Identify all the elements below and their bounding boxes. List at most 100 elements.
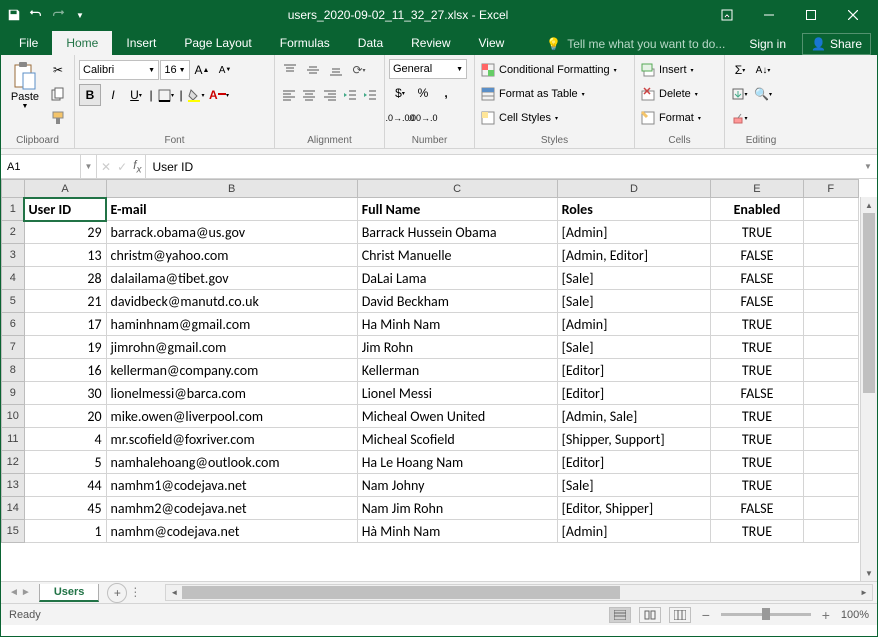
cell-E10[interactable]: TRUE [711, 405, 803, 428]
share-button[interactable]: 👤 Share [802, 33, 871, 55]
cell-D13[interactable]: [Sale] [557, 474, 711, 497]
tab-file[interactable]: File [5, 31, 52, 55]
row-header-7[interactable]: 7 [2, 336, 25, 359]
tab-formulas[interactable]: Formulas [266, 31, 344, 55]
cell-C15[interactable]: Hà Minh Nam [357, 520, 557, 543]
paste-button[interactable]: Paste ▼ [5, 57, 45, 133]
cell-styles-button[interactable]: Cell Styles▾ [479, 107, 630, 129]
row-header-4[interactable]: 4 [2, 267, 25, 290]
cell-D5[interactable]: [Sale] [557, 290, 711, 313]
cell-D11[interactable]: [Shipper, Support] [557, 428, 711, 451]
row-header-14[interactable]: 14 [2, 497, 25, 520]
cell-D4[interactable]: [Sale] [557, 267, 711, 290]
column-header-D[interactable]: D [557, 180, 711, 198]
sheet-tab-users[interactable]: Users [39, 584, 100, 602]
scroll-up-icon[interactable]: ▲ [861, 197, 877, 213]
horizontal-scrollbar[interactable]: ◄ ► [165, 584, 873, 601]
cell-F1[interactable] [803, 198, 858, 221]
cell-C10[interactable]: Micheal Owen United [357, 405, 557, 428]
cell-C3[interactable]: Christ Manuelle [357, 244, 557, 267]
cell-C8[interactable]: Kellerman [357, 359, 557, 382]
name-box[interactable]: A1 [1, 155, 81, 178]
orientation-icon[interactable]: ⟳▾ [348, 59, 370, 81]
save-icon[interactable] [5, 6, 23, 24]
align-bottom-icon[interactable] [325, 59, 347, 81]
cell-E1[interactable]: Enabled [711, 198, 803, 221]
zoom-in-button[interactable]: + [819, 607, 833, 623]
scroll-right-icon[interactable]: ► [856, 588, 872, 597]
cell-F6[interactable] [803, 313, 858, 336]
column-header-C[interactable]: C [357, 180, 557, 198]
cell-A6[interactable]: 17 [24, 313, 106, 336]
align-left-icon[interactable] [279, 84, 298, 106]
number-format-combo[interactable]: General▼ [389, 59, 467, 79]
cell-E15[interactable]: TRUE [711, 520, 803, 543]
zoom-slider-thumb[interactable] [762, 608, 770, 620]
find-select-icon[interactable]: 🔍▾ [752, 83, 774, 105]
cell-E3[interactable]: FALSE [711, 244, 803, 267]
cell-F12[interactable] [803, 451, 858, 474]
align-center-icon[interactable] [299, 84, 318, 106]
cell-B4[interactable]: dalailama@tibet.gov [106, 267, 357, 290]
cell-F15[interactable] [803, 520, 858, 543]
cell-D3[interactable]: [Admin, Editor] [557, 244, 711, 267]
sheet-nav-next-icon[interactable]: ► [21, 587, 31, 598]
cell-C4[interactable]: DaLai Lama [357, 267, 557, 290]
column-header-B[interactable]: B [106, 180, 357, 198]
row-header-11[interactable]: 11 [2, 428, 25, 451]
cell-A2[interactable]: 29 [24, 221, 106, 244]
zoom-slider[interactable] [721, 613, 811, 616]
sort-filter-icon[interactable]: A↓▾ [752, 59, 774, 81]
cell-A10[interactable]: 20 [24, 405, 106, 428]
cell-C9[interactable]: Lionel Messi [357, 382, 557, 405]
scroll-left-icon[interactable]: ◄ [166, 588, 182, 597]
cell-C1[interactable]: Full Name [357, 198, 557, 221]
cut-icon[interactable]: ✂ [47, 59, 69, 81]
row-header-13[interactable]: 13 [2, 474, 25, 497]
cell-E12[interactable]: TRUE [711, 451, 803, 474]
decrease-font-icon[interactable]: A▼ [214, 59, 236, 81]
tab-page-layout[interactable]: Page Layout [170, 31, 265, 55]
cell-B2[interactable]: barrack.obama@us.gov [106, 221, 357, 244]
vscroll-thumb[interactable] [863, 213, 875, 393]
bold-icon[interactable]: B [79, 84, 101, 106]
tab-split-handle[interactable]: ⋮ [129, 585, 133, 601]
conditional-formatting-button[interactable]: Conditional Formatting▾ [479, 59, 630, 81]
cell-A8[interactable]: 16 [24, 359, 106, 382]
cell-F14[interactable] [803, 497, 858, 520]
cell-F5[interactable] [803, 290, 858, 313]
cell-A9[interactable]: 30 [24, 382, 106, 405]
format-as-table-button[interactable]: Format as Table▾ [479, 83, 630, 105]
cell-D15[interactable]: [Admin] [557, 520, 711, 543]
increase-font-icon[interactable]: A▲ [191, 59, 213, 81]
row-header-9[interactable]: 9 [2, 382, 25, 405]
ribbon-display-icon[interactable] [707, 2, 747, 28]
copy-icon[interactable] [47, 83, 69, 105]
minimize-button[interactable] [749, 2, 789, 28]
tell-me-search[interactable]: 💡 Tell me what you want to do... [538, 37, 733, 51]
cell-B6[interactable]: haminhnam@gmail.com [106, 313, 357, 336]
row-header-6[interactable]: 6 [2, 313, 25, 336]
cell-E9[interactable]: FALSE [711, 382, 803, 405]
cell-A3[interactable]: 13 [24, 244, 106, 267]
cell-C13[interactable]: Nam Johny [357, 474, 557, 497]
page-break-view-icon[interactable] [669, 607, 691, 623]
cell-B7[interactable]: jimrohn@gmail.com [106, 336, 357, 359]
cell-E7[interactable]: TRUE [711, 336, 803, 359]
cell-F2[interactable] [803, 221, 858, 244]
cell-B5[interactable]: davidbeck@manutd.co.uk [106, 290, 357, 313]
select-all-corner[interactable] [2, 180, 25, 198]
cell-D8[interactable]: [Editor] [557, 359, 711, 382]
cell-B10[interactable]: mike.owen@liverpool.com [106, 405, 357, 428]
maximize-button[interactable] [791, 2, 831, 28]
cell-F13[interactable] [803, 474, 858, 497]
sheet-nav-prev-icon[interactable]: ◄ [9, 587, 19, 598]
cell-F8[interactable] [803, 359, 858, 382]
row-header-2[interactable]: 2 [2, 221, 25, 244]
font-size-combo[interactable]: 16▼ [160, 60, 190, 80]
cell-E4[interactable]: FALSE [711, 267, 803, 290]
tab-home[interactable]: Home [52, 31, 112, 55]
border-icon[interactable]: ▾ [155, 84, 177, 106]
font-name-combo[interactable]: Calibri▼ [79, 60, 159, 80]
row-header-8[interactable]: 8 [2, 359, 25, 382]
